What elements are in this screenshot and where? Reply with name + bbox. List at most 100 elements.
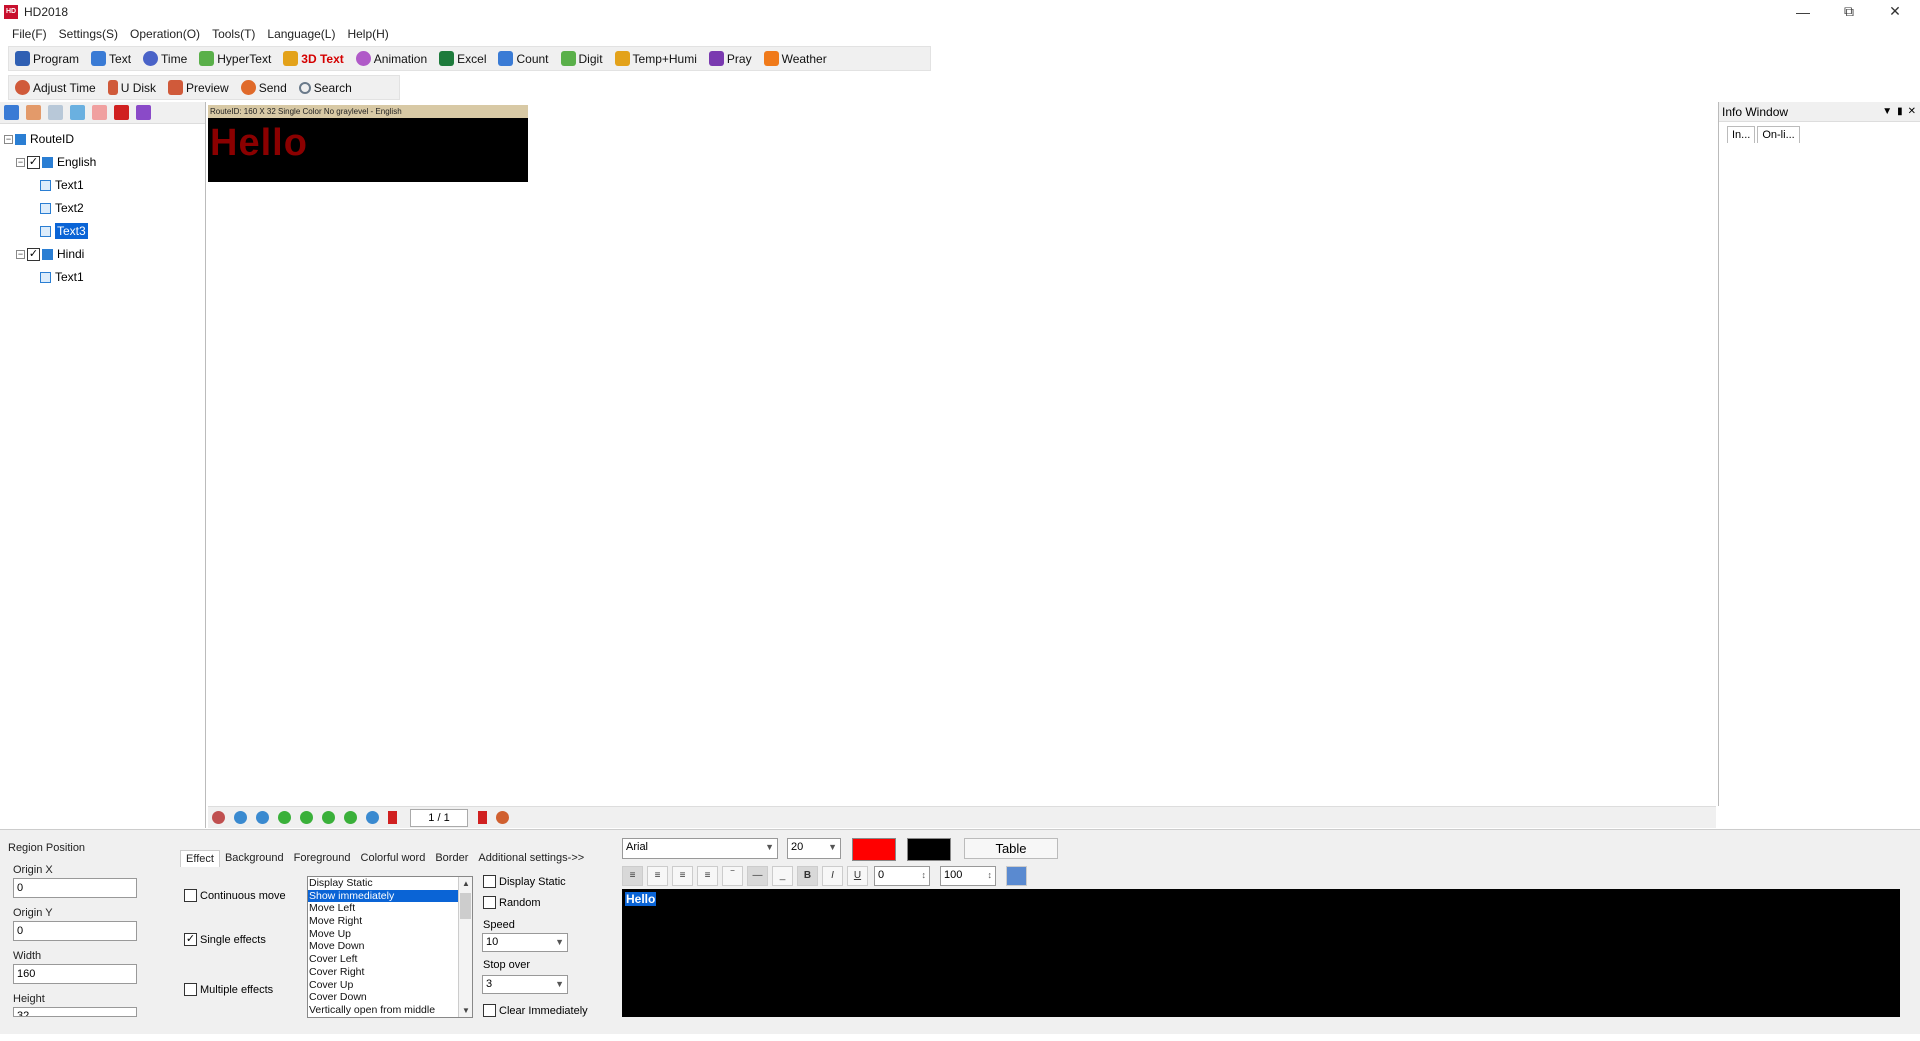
- single-effects-option[interactable]: ✓ Single effects: [184, 933, 266, 946]
- program-button[interactable]: Program: [9, 47, 85, 70]
- random-checkbox[interactable]: [483, 896, 496, 909]
- copy-icon[interactable]: [26, 105, 41, 120]
- editor-scrollbar[interactable]: [1900, 889, 1914, 1017]
- valign-top-icon[interactable]: ‾: [722, 866, 743, 886]
- pin-icon[interactable]: ▮: [1897, 106, 1903, 117]
- list-item[interactable]: Move Up: [308, 928, 472, 941]
- collapse-icon[interactable]: −: [16, 249, 25, 259]
- stepper-icon[interactable]: ↕: [922, 867, 927, 884]
- preview-button[interactable]: Preview: [162, 76, 235, 99]
- list-item[interactable]: Show immediately: [308, 889, 472, 903]
- u-disk-button[interactable]: U Disk: [102, 76, 162, 99]
- hindi-checkbox[interactable]: ✓: [27, 247, 40, 261]
- list-item[interactable]: Move Left: [308, 902, 472, 915]
- send-button[interactable]: Send: [235, 76, 293, 99]
- fit-icon[interactable]: [366, 811, 379, 824]
- list-item[interactable]: Cover Up: [308, 979, 472, 992]
- collapse-icon[interactable]: −: [4, 134, 13, 144]
- temp-humi-button[interactable]: Temp+Humi: [609, 47, 703, 70]
- align-center-icon[interactable]: ≡: [647, 866, 668, 886]
- continuous-move-option[interactable]: Continuous move: [184, 889, 286, 902]
- led-screen-preview[interactable]: Hello: [208, 118, 528, 182]
- move-down-icon[interactable]: [92, 105, 107, 120]
- minimize-button[interactable]: —: [1780, 0, 1826, 23]
- italic-icon[interactable]: I: [822, 866, 843, 886]
- dropdown-icon[interactable]: ▼: [1882, 106, 1892, 117]
- save-icon[interactable]: [4, 105, 19, 120]
- tab-background[interactable]: Background: [220, 850, 289, 867]
- stop-icon[interactable]: [496, 811, 509, 824]
- paste-icon[interactable]: [48, 105, 63, 120]
- zoom-in-icon[interactable]: [234, 811, 247, 824]
- text-editor[interactable]: Hello: [622, 889, 1900, 1017]
- align-right-icon[interactable]: ≡: [672, 866, 693, 886]
- digit-button[interactable]: Digit: [555, 47, 609, 70]
- single-effects-checkbox[interactable]: ✓: [184, 933, 197, 946]
- list-item[interactable]: Cover Down: [308, 991, 472, 1004]
- scroll-up-icon[interactable]: ▲: [459, 877, 472, 890]
- tab-colorful-word[interactable]: Colorful word: [356, 850, 431, 867]
- clear-immediately-checkbox[interactable]: [483, 1004, 496, 1017]
- valign-middle-icon[interactable]: —: [747, 866, 768, 886]
- text-button[interactable]: Text: [85, 47, 137, 70]
- menu-language[interactable]: Language(L): [261, 25, 341, 43]
- list-item[interactable]: Cover Right: [308, 966, 472, 979]
- menu-tools[interactable]: Tools(T): [206, 25, 261, 43]
- origin-y-field[interactable]: 0: [13, 921, 137, 941]
- background-color-button[interactable]: [907, 838, 951, 861]
- 3d-text-button[interactable]: 3D Text: [277, 47, 349, 70]
- underline-icon[interactable]: U: [847, 866, 868, 886]
- tab-online[interactable]: On-li...: [1757, 126, 1800, 143]
- tree-item-text1[interactable]: Text1: [40, 175, 84, 195]
- list-item[interactable]: Vertically open from middle: [308, 1004, 472, 1017]
- animation-button[interactable]: Animation: [350, 47, 433, 70]
- tree-root[interactable]: − RouteID: [4, 129, 74, 149]
- tree-group-hindi[interactable]: − ✓ Hindi: [16, 244, 84, 264]
- tab-foreground[interactable]: Foreground: [289, 850, 356, 867]
- effect-list-scrollbar[interactable]: ▲ ▼: [458, 877, 472, 1017]
- scroll-down-icon[interactable]: ▼: [459, 1004, 472, 1017]
- count-button[interactable]: Count: [492, 47, 554, 70]
- align-justify-icon[interactable]: ≡: [697, 866, 718, 886]
- origin-x-field[interactable]: 0: [13, 878, 137, 898]
- scroll-thumb[interactable]: [460, 893, 471, 919]
- tree-item-text2[interactable]: Text2: [40, 198, 84, 218]
- delete-icon[interactable]: [114, 105, 129, 120]
- english-checkbox[interactable]: ✓: [27, 155, 40, 169]
- tab-additional-settings[interactable]: Additional settings->>: [473, 850, 589, 867]
- list-item[interactable]: Cover Left: [308, 953, 472, 966]
- editing-canvas[interactable]: RouteID: 160 X 32 Single Color No grayle…: [208, 102, 1716, 806]
- close-button[interactable]: ✕: [1872, 0, 1918, 23]
- width-field[interactable]: 160: [13, 964, 137, 984]
- menu-help[interactable]: Help(H): [341, 25, 394, 43]
- collapse-icon[interactable]: −: [16, 157, 25, 167]
- table-button[interactable]: Table: [964, 838, 1058, 859]
- hypertext-button[interactable]: HyperText: [193, 47, 277, 70]
- list-item[interactable]: Move Right: [308, 915, 472, 928]
- foreground-color-button[interactable]: [852, 838, 896, 861]
- menu-settings[interactable]: Settings(S): [53, 25, 124, 43]
- align-left-icon[interactable]: ≡: [622, 866, 643, 886]
- valign-bottom-icon[interactable]: _: [772, 866, 793, 886]
- tab-info[interactable]: In...: [1727, 126, 1756, 143]
- tree-group-english[interactable]: − ✓ English: [16, 152, 96, 172]
- check-icon[interactable]: [136, 105, 151, 120]
- display-static-option[interactable]: Display Static: [483, 875, 566, 888]
- weather-button[interactable]: Weather: [758, 47, 833, 70]
- pray-button[interactable]: Pray: [703, 47, 758, 70]
- spacing-stepper[interactable]: 0 ↕: [874, 866, 930, 886]
- arrow-left-icon[interactable]: [278, 811, 291, 824]
- font-size-select[interactable]: 20 ▼: [787, 838, 841, 859]
- tab-border[interactable]: Border: [430, 850, 473, 867]
- move-up-icon[interactable]: [70, 105, 85, 120]
- tab-effect[interactable]: Effect: [180, 850, 220, 867]
- search-button[interactable]: Search: [293, 76, 358, 99]
- random-option[interactable]: Random: [483, 896, 541, 909]
- speed-select[interactable]: 10 ▼: [482, 933, 568, 952]
- next-page-icon[interactable]: [478, 811, 487, 824]
- multiple-effects-checkbox[interactable]: [184, 983, 197, 996]
- image-icon[interactable]: [1006, 866, 1027, 886]
- height-field[interactable]: 32: [13, 1007, 137, 1017]
- scale-stepper[interactable]: 100 ↕: [940, 866, 996, 886]
- continuous-move-checkbox[interactable]: [184, 889, 197, 902]
